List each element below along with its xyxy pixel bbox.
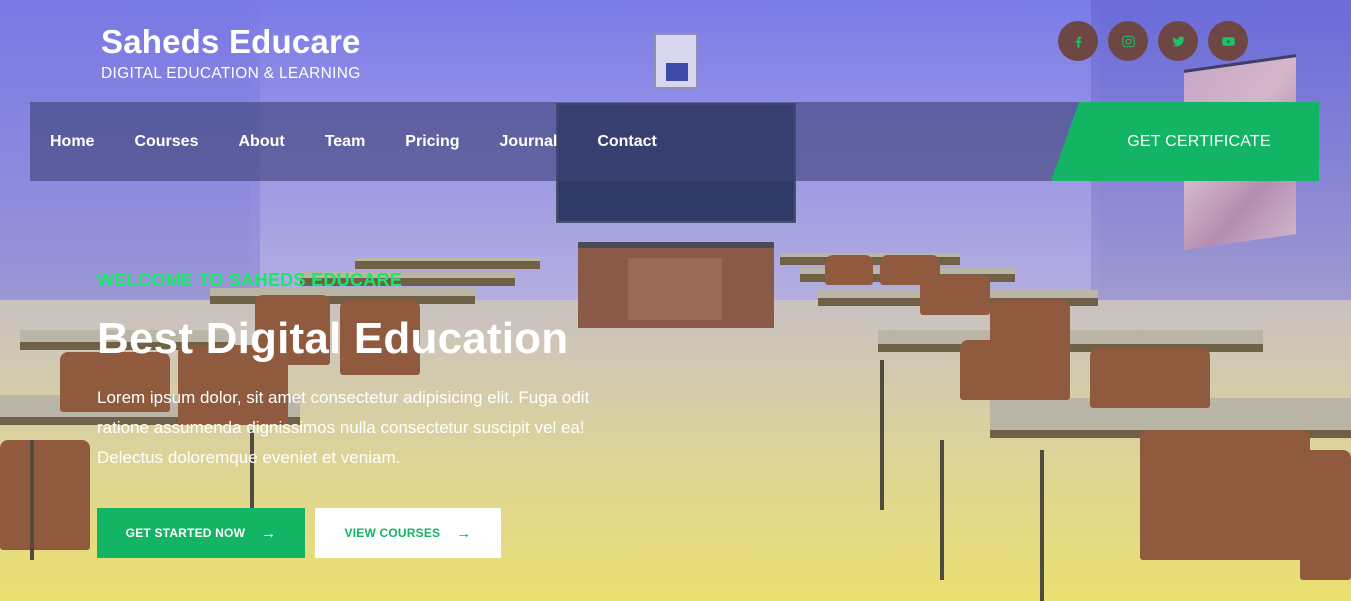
nav-item-home[interactable]: Home xyxy=(50,133,114,151)
twitter-icon[interactable] xyxy=(1158,21,1198,61)
desk-leg xyxy=(1040,450,1044,601)
desk-leg xyxy=(940,440,944,580)
nav-item-team[interactable]: Team xyxy=(305,133,386,151)
arrow-right-icon: → xyxy=(261,524,277,542)
wall-portrait xyxy=(654,33,698,89)
student-chair xyxy=(0,440,90,550)
nav-item-about[interactable]: About xyxy=(218,133,304,151)
desk-leg xyxy=(30,440,34,560)
get-certificate-button[interactable]: GET CERTIFICATE xyxy=(1051,102,1319,181)
view-courses-label: VIEW COURSES xyxy=(344,526,441,540)
get-started-button[interactable]: GET STARTED NOW → xyxy=(97,508,305,558)
hero-title: Best Digital Education xyxy=(97,314,569,363)
hero-description: Lorem ipsum dolor, sit amet consectetur … xyxy=(97,388,590,467)
social-links xyxy=(1058,21,1248,61)
nav-item-courses[interactable]: Courses xyxy=(114,133,218,151)
youtube-icon[interactable] xyxy=(1208,21,1248,61)
student-chair xyxy=(1090,348,1210,408)
instagram-icon[interactable] xyxy=(1108,21,1148,61)
brand-name[interactable]: Saheds Educare xyxy=(101,24,361,60)
hero-content: WELCOME TO SAHEDS EDUCARE Best Digital E… xyxy=(97,270,657,473)
nav-item-journal[interactable]: Journal xyxy=(480,133,578,151)
arrow-right-icon: → xyxy=(456,524,472,542)
desk-leg xyxy=(880,360,884,510)
hero-eyebrow: WELCOME TO SAHEDS EDUCARE xyxy=(97,270,403,290)
facebook-icon[interactable] xyxy=(1058,21,1098,61)
student-desk xyxy=(355,257,540,269)
brand-logo[interactable]: Saheds Educare DIGITAL EDUCATION & LEARN… xyxy=(101,24,361,83)
get-started-label: GET STARTED NOW xyxy=(125,526,246,540)
student-chair xyxy=(960,340,1070,400)
nav-item-contact[interactable]: Contact xyxy=(577,133,677,151)
student-chair xyxy=(920,275,990,315)
student-chair xyxy=(1140,430,1310,560)
nav-item-pricing[interactable]: Pricing xyxy=(385,133,479,151)
student-chair xyxy=(825,255,873,285)
view-courses-button[interactable]: VIEW COURSES → xyxy=(315,508,501,558)
nav-menu: Home Courses About Team Pricing Journal … xyxy=(50,102,677,181)
student-chair xyxy=(1300,450,1351,580)
brand-tagline: DIGITAL EDUCATION & LEARNING xyxy=(101,65,361,82)
main-navbar: Home Courses About Team Pricing Journal … xyxy=(30,102,1319,181)
